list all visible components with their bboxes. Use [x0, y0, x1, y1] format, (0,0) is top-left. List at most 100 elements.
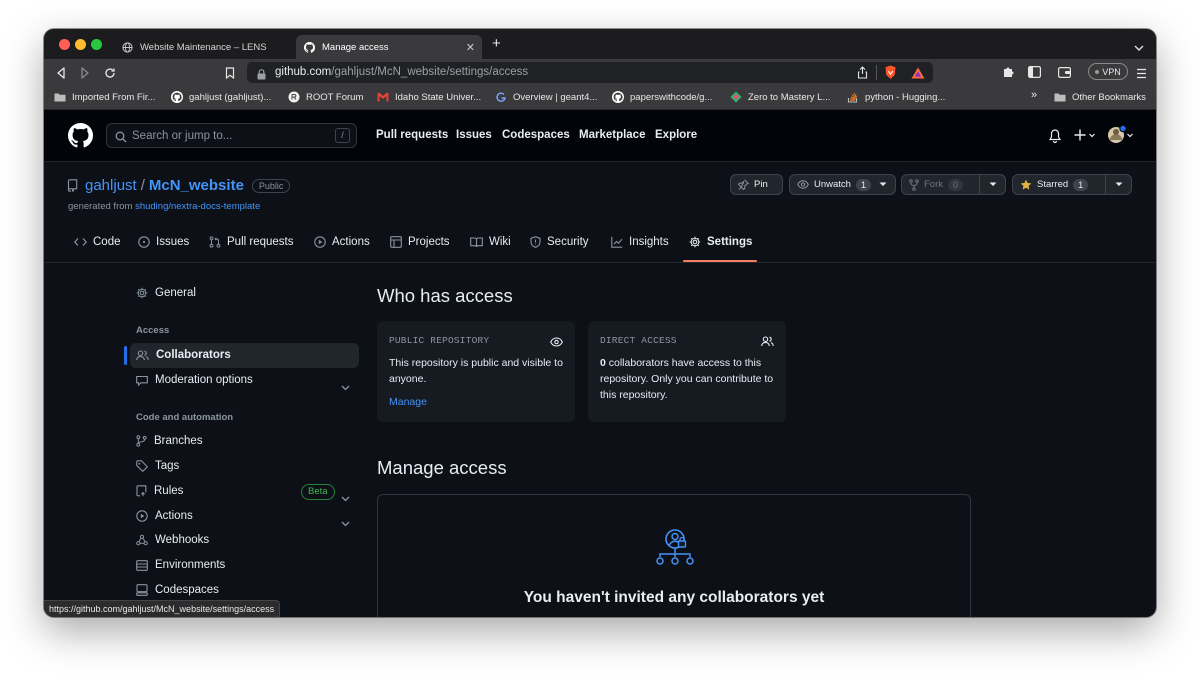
stackoverflow-icon	[847, 91, 859, 103]
manage-visibility-link[interactable]: Manage	[389, 396, 427, 408]
tab-issues[interactable]: Issues	[138, 236, 189, 248]
graph-icon	[611, 236, 623, 248]
tab-security[interactable]: Security	[530, 236, 589, 248]
url-text: github.com/gahljust/McN_website/settings…	[275, 66, 529, 78]
repo-name-link[interactable]: McN_website	[149, 177, 244, 194]
header-nav-pull-requests[interactable]: Pull requests	[376, 129, 448, 141]
tab-actions[interactable]: Actions	[314, 236, 370, 248]
reload-icon[interactable]	[104, 66, 116, 84]
eye-icon	[550, 334, 563, 352]
close-window-button[interactable]	[59, 39, 70, 50]
tab-label: Code	[93, 236, 121, 248]
bookmark-geant4[interactable]: Overview | geant4...	[495, 91, 597, 103]
header-nav-codespaces[interactable]: Codespaces	[502, 129, 570, 141]
unwatch-button[interactable]: Unwatch 1	[789, 174, 896, 195]
pin-label: Pin	[754, 179, 768, 190]
starred-dropdown-chevron-icon[interactable]	[1115, 182, 1123, 187]
card-label: DIRECT ACCESS	[600, 335, 677, 346]
fork-icon	[909, 178, 919, 191]
avatar[interactable]	[1107, 124, 1135, 150]
tab-list-chevron-icon[interactable]	[1134, 39, 1144, 57]
tab-insights[interactable]: Insights	[611, 236, 669, 248]
share-icon[interactable]	[857, 66, 868, 84]
browser-tab-lens[interactable]: Website Maintenance – LENS	[114, 35, 294, 59]
sidebar-item-codespaces[interactable]: Codespaces	[136, 584, 219, 596]
extensions-puzzle-icon[interactable]	[1002, 65, 1015, 83]
bookmark-icon[interactable]	[225, 66, 235, 84]
browser-tab-manage-access[interactable]: Manage access ✕	[296, 35, 482, 59]
create-new-plus-icon[interactable]	[1074, 128, 1096, 147]
search-input[interactable]: Search or jump to... /	[106, 123, 357, 148]
sidebar-item-branches[interactable]: Branches	[136, 435, 203, 447]
header-nav-marketplace[interactable]: Marketplace	[579, 129, 645, 141]
vpn-button[interactable]: VPN	[1088, 63, 1128, 80]
repo-owner-link[interactable]: gahljust	[85, 177, 137, 194]
chevron-down-icon[interactable]	[341, 378, 350, 396]
unwatch-dropdown-chevron-icon[interactable]	[879, 182, 887, 187]
template-repo-link[interactable]: shuding/nextra-docs-template	[135, 201, 260, 212]
brave-rewards-icon[interactable]	[911, 66, 925, 84]
issue-icon	[138, 236, 150, 248]
shield-icon	[530, 236, 541, 248]
chevron-down-icon[interactable]	[341, 489, 350, 507]
webhook-icon	[136, 534, 148, 546]
sidebar-item-tags[interactable]: Tags	[136, 460, 179, 472]
sidebar-item-collaborators[interactable]: Collaborators	[136, 349, 231, 361]
bookmark-root-forum[interactable]: ROOT Forum	[288, 91, 363, 103]
other-bookmarks[interactable]: Other Bookmarks	[1054, 91, 1146, 103]
bookmark-label: Imported From Fir...	[72, 91, 156, 103]
notifications-bell-icon[interactable]	[1048, 129, 1062, 148]
brave-shields-icon[interactable]	[884, 65, 897, 85]
maximize-window-button[interactable]	[91, 39, 102, 50]
other-bookmarks-label: Other Bookmarks	[1072, 91, 1146, 103]
github-logo-icon[interactable]	[68, 123, 93, 153]
book-icon	[470, 236, 483, 248]
bookmarks-overflow-button[interactable]: »	[1031, 89, 1037, 101]
repo-title-separator: /	[140, 177, 145, 194]
sidebar-item-general[interactable]: General	[136, 287, 196, 299]
pin-button[interactable]: Pin	[730, 174, 783, 195]
sidebar-item-moderation-options[interactable]: Moderation options	[136, 374, 253, 386]
sidebar-item-actions[interactable]: Actions	[136, 510, 193, 522]
address-bar-divider	[876, 65, 877, 80]
header-nav-explore[interactable]: Explore	[655, 129, 697, 141]
close-tab-icon[interactable]: ✕	[466, 41, 475, 54]
bookmark-label: gahljust (gahljust)...	[189, 91, 272, 103]
sidebar-item-environments[interactable]: Environments	[136, 559, 225, 571]
new-tab-button[interactable]: +	[492, 36, 501, 51]
bookmark-zero-to-mastery[interactable]: Zero to Mastery L...	[730, 91, 830, 103]
minimize-window-button[interactable]	[75, 39, 86, 50]
sidebar-item-webhooks[interactable]: Webhooks	[136, 534, 209, 546]
menu-icon[interactable]	[1136, 66, 1147, 84]
bookmark-label: Overview | geant4...	[513, 91, 598, 103]
starred-button[interactable]: Starred 1	[1012, 174, 1132, 195]
button-divider	[1105, 175, 1106, 194]
active-tab-underline	[683, 260, 757, 262]
bookmark-imported[interactable]: Imported From Fir...	[54, 91, 155, 103]
play-icon	[314, 236, 326, 248]
manage-access-heading: Manage access	[377, 457, 507, 478]
bookmark-idaho-state[interactable]: Idaho State Univer...	[377, 91, 481, 103]
folder-icon	[1054, 91, 1066, 103]
fork-button[interactable]: Fork 0	[901, 174, 1006, 195]
tab-pull-requests[interactable]: Pull requests	[209, 236, 293, 248]
bookmark-python-hugging[interactable]: python - Hugging...	[847, 91, 945, 103]
search-placeholder: Search or jump to...	[132, 130, 233, 142]
fork-dropdown-chevron-icon[interactable]	[989, 182, 997, 187]
chevron-down-icon[interactable]	[341, 514, 350, 532]
bookmark-gahljust[interactable]: gahljust (gahljust)...	[171, 91, 271, 103]
wallet-icon[interactable]	[1058, 65, 1072, 83]
sidebar-item-rules[interactable]: Rules	[136, 485, 183, 497]
tab-code[interactable]: Code	[74, 236, 121, 248]
tab-label: Pull requests	[227, 236, 294, 248]
tab-settings[interactable]: Settings	[689, 236, 752, 248]
bookmark-paperswithcode[interactable]: paperswithcode/g...	[612, 91, 712, 103]
tab-projects[interactable]: Projects	[390, 236, 450, 248]
visibility-badge: Public	[251, 178, 291, 193]
forward-icon[interactable]	[80, 66, 90, 84]
address-bar[interactable]: github.com/gahljust/McN_website/settings…	[247, 62, 933, 83]
sidebar-toggle-icon[interactable]	[1028, 65, 1042, 83]
back-icon[interactable]	[56, 66, 66, 84]
tab-wiki[interactable]: Wiki	[470, 236, 511, 248]
header-nav-issues[interactable]: Issues	[456, 129, 492, 141]
